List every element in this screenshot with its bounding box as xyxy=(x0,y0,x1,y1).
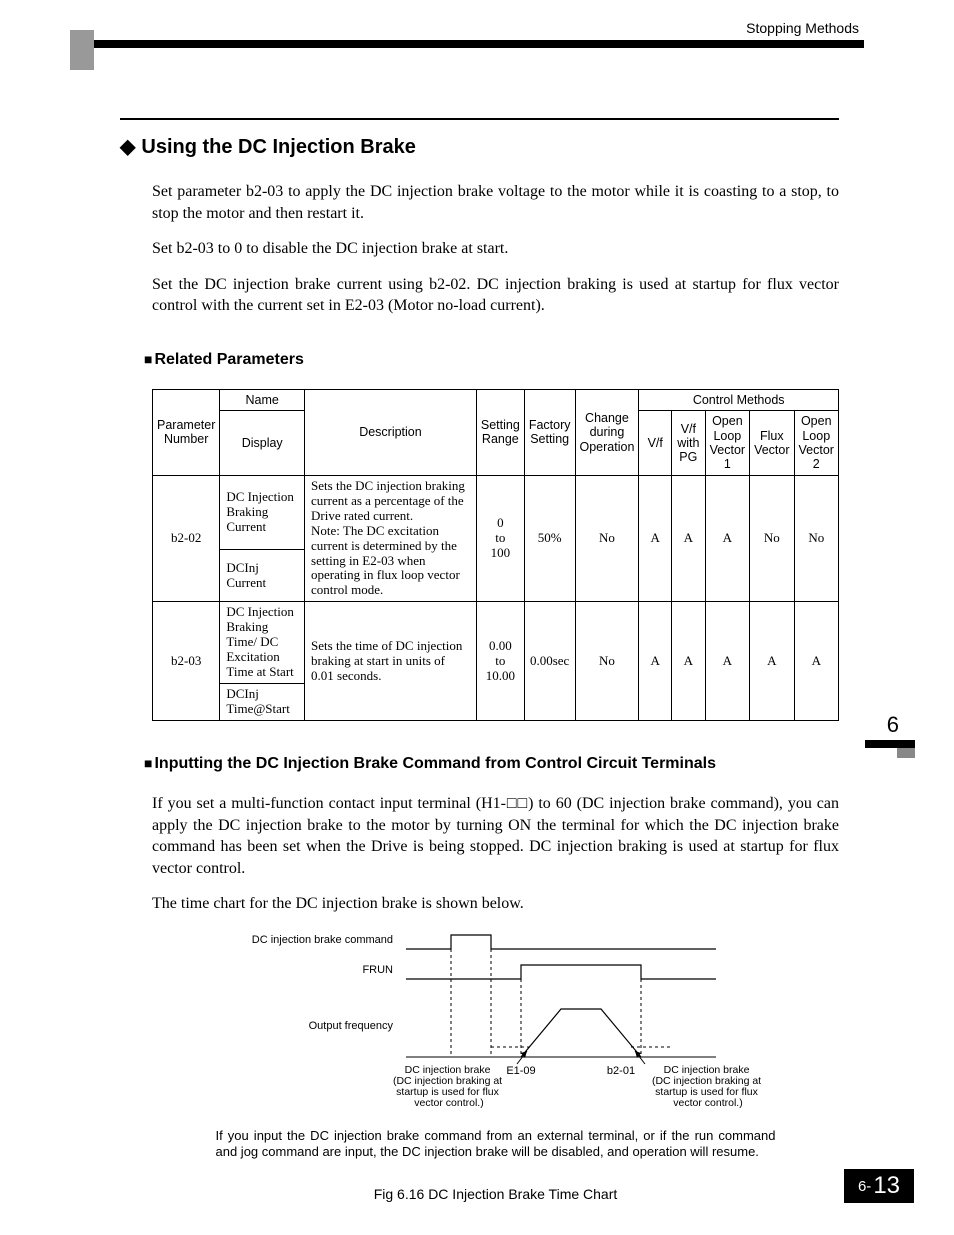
intro-paragraphs: Set parameter b2-03 to apply the DC inje… xyxy=(152,181,839,317)
cell-cm: A xyxy=(639,602,672,721)
header-tab xyxy=(70,30,94,70)
label-b2-01: b2-01 xyxy=(606,1065,634,1077)
figure-note: If you input the DC injection brake comm… xyxy=(216,1128,776,1161)
label-e1-09: E1-09 xyxy=(506,1065,535,1077)
cell-factory-setting: 50% xyxy=(524,475,575,602)
cell-cm: A xyxy=(639,475,672,602)
th-change-during: Change during Operation xyxy=(575,389,639,475)
subheading-text: Inputting the DC Injection Brake Command… xyxy=(154,755,716,772)
cell-param-no: b2-03 xyxy=(153,602,220,721)
cell-param-no: b2-02 xyxy=(153,475,220,602)
cell-cm: A xyxy=(705,602,749,721)
th-factory-setting: Factory Setting xyxy=(524,389,575,475)
label-right-note: DC injection brake (DC injection braking… xyxy=(651,1064,763,1109)
cell-cm: A xyxy=(794,602,838,721)
cell-display: DCInj Current xyxy=(220,549,305,602)
paragraph: The time chart for the DC injection brak… xyxy=(152,893,839,915)
timechart-svg: DC injection brake command FRUN Output f… xyxy=(221,929,771,1119)
cell-description: Sets the time of DC injection braking at… xyxy=(305,602,477,721)
square-icon: ■ xyxy=(144,351,152,367)
table-row: b2-03 DC Injection Braking Time/ DC Exci… xyxy=(153,602,839,684)
th-cm-1: V/f with PG xyxy=(672,411,706,476)
subheading-related-parameters: ■Related Parameters xyxy=(144,351,839,369)
page-prefix: 6- xyxy=(858,1178,871,1195)
section-title-text: Using the DC Injection Brake xyxy=(141,136,416,158)
cell-description: Sets the DC injection braking current as… xyxy=(305,475,477,602)
th-name: Name xyxy=(220,389,305,410)
section-rule xyxy=(120,118,839,120)
subheading-text: Related Parameters xyxy=(154,351,303,368)
cell-change-during: No xyxy=(575,475,639,602)
th-cm-3: Flux Vector xyxy=(750,411,794,476)
cell-cm: No xyxy=(750,475,794,602)
label-out-freq: Output frequency xyxy=(308,1020,393,1032)
cell-cm: A xyxy=(672,475,706,602)
figure-dc-injection-timechart: DC injection brake command FRUN Output f… xyxy=(152,929,839,1203)
chapter-side-bar xyxy=(865,740,915,748)
cell-cm: No xyxy=(794,475,838,602)
cell-setting-range: 0.00to10.00 xyxy=(476,602,524,721)
label-frun: FRUN xyxy=(362,964,393,976)
header-rule xyxy=(70,40,864,48)
table-row: b2-02 DC Injection Braking Current Sets … xyxy=(153,475,839,549)
chapter-side-tab xyxy=(897,748,915,758)
cell-cm: A xyxy=(705,475,749,602)
section-title: ◆ Using the DC Injection Brake xyxy=(120,134,839,159)
th-param-no: Parameter Number xyxy=(153,389,220,475)
cell-cm: A xyxy=(672,602,706,721)
th-cm-0: V/f xyxy=(639,411,672,476)
label-left-note: DC injection brake (DC injection braking… xyxy=(392,1064,504,1109)
page-footer: 6-13 xyxy=(844,1169,914,1203)
page-number: 13 xyxy=(873,1172,900,1200)
th-setting-range: Setting Range xyxy=(476,389,524,475)
th-description: Description xyxy=(305,389,477,475)
th-cm-2: Open Loop Vector 1 xyxy=(705,411,749,476)
inputting-paragraphs: If you set a multi-function contact inpu… xyxy=(152,793,839,915)
label-cmd: DC injection brake command xyxy=(251,934,392,946)
cell-change-during: No xyxy=(575,602,639,721)
paragraph: Set the DC injection brake current using… xyxy=(152,274,839,317)
th-display: Display xyxy=(220,411,305,476)
parameters-table: Parameter Number Name Description Settin… xyxy=(152,389,839,721)
th-control-methods: Control Methods xyxy=(639,389,839,410)
diamond-icon: ◆ xyxy=(120,136,135,158)
paragraph: Set b2-03 to 0 to disable the DC injecti… xyxy=(152,238,839,260)
th-cm-4: Open Loop Vector 2 xyxy=(794,411,838,476)
cell-display: DCInj Time@Start xyxy=(220,684,305,721)
cell-cm: A xyxy=(750,602,794,721)
cell-name: DC Injection Braking Time/ DC Excitation… xyxy=(220,602,305,684)
figure-caption: Fig 6.16 DC Injection Brake Time Chart xyxy=(152,1186,839,1202)
subheading-inputting: ■Inputting the DC Injection Brake Comman… xyxy=(144,755,839,773)
cell-name: DC Injection Braking Current xyxy=(220,475,305,549)
square-icon: ■ xyxy=(144,755,152,771)
cell-factory-setting: 0.00sec xyxy=(524,602,575,721)
cell-setting-range: 0to100 xyxy=(476,475,524,602)
paragraph: If you set a multi-function contact inpu… xyxy=(152,793,839,879)
section-header-label: Stopping Methods xyxy=(746,20,859,36)
paragraph: Set parameter b2-03 to apply the DC inje… xyxy=(152,181,839,224)
chapter-side-number: 6 xyxy=(887,712,899,738)
